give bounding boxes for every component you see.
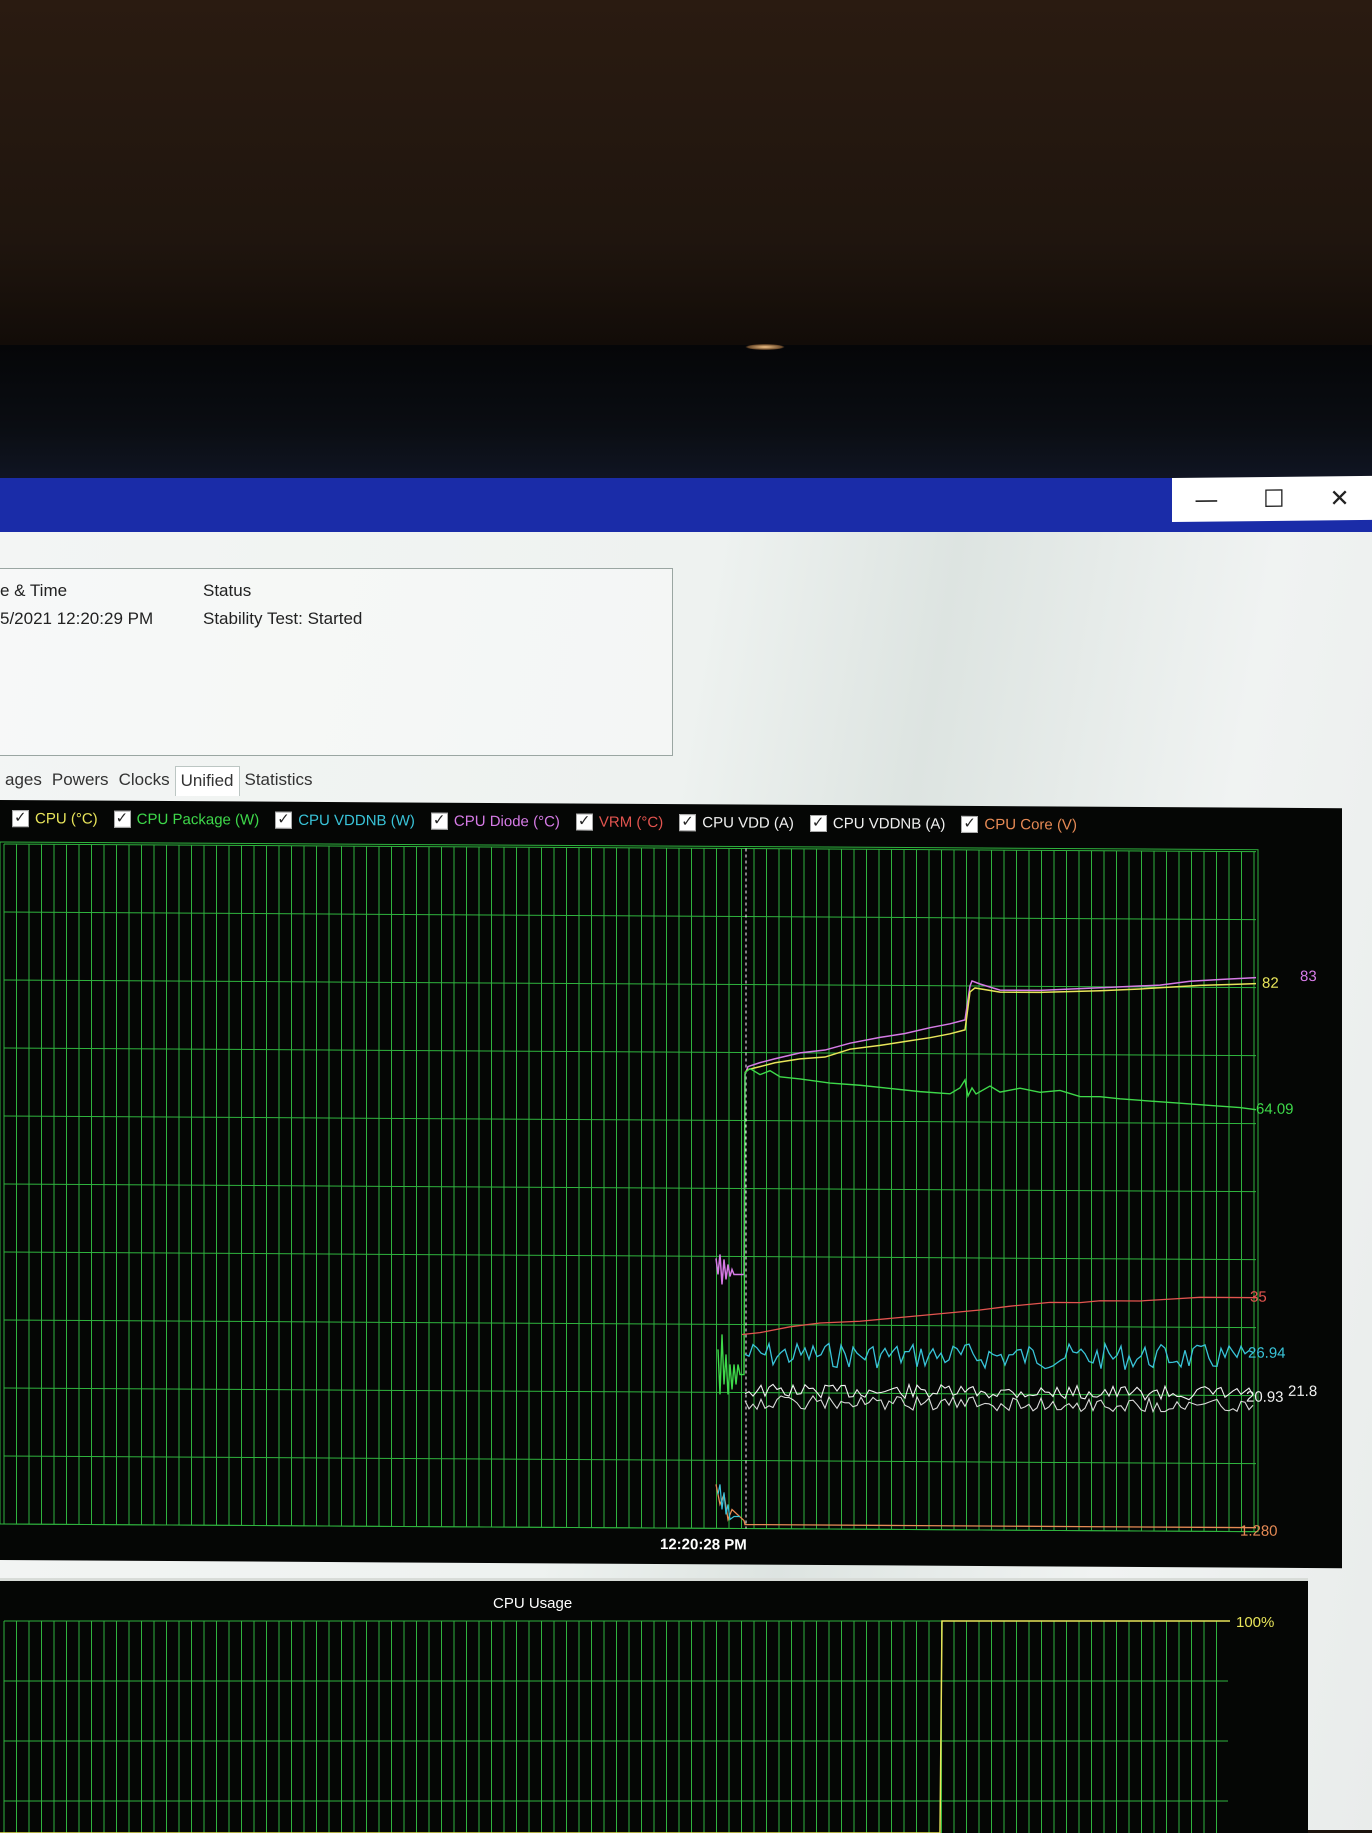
value-label-vrm: 35 [1250, 1289, 1267, 1306]
log-row-status: Stability Test: Started [203, 609, 363, 628]
tab-powers[interactable]: Powers [47, 766, 114, 796]
usage-max-label: 100% [1236, 1614, 1274, 1631]
value-label-cpu-vddnb-a: 21.8 [1288, 1383, 1317, 1400]
close-button[interactable]: ✕ [1329, 484, 1349, 512]
graph-grid [3, 843, 1256, 1533]
series-cpu-diode [715, 976, 1257, 1285]
usage-grid [3, 1620, 1228, 1833]
value-label-cpu-vddnb-w: 26.94 [1248, 1345, 1286, 1362]
graph-time-label: 12:20:28 PM [660, 1536, 747, 1554]
cpu-usage-graph: CPU Usage 100% [0, 1595, 1274, 1833]
monitor-led [745, 344, 785, 350]
tab-strip: ages Powers Clocks Unified Statistics [0, 766, 318, 796]
series-cpu-core-v [715, 1484, 1256, 1529]
value-label-cpu-core-v: 1.280 [1240, 1523, 1278, 1540]
tab-clocks[interactable]: Clocks [114, 766, 175, 796]
cpu-usage-panel: CPU Usage 100% [0, 1578, 1308, 1833]
value-label-cpu-vdd-a: 20.93 [1246, 1389, 1284, 1406]
value-label-cpu-diode: 83 [1300, 968, 1317, 985]
value-label-cpu-package: 64.09 [1256, 1101, 1294, 1118]
series-cpu-vdd-a [744, 1382, 1254, 1401]
minimize-button[interactable]: — [1194, 486, 1218, 514]
series-cpu-vddnb-w [744, 1341, 1254, 1370]
value-label-cpu-temp: 82 [1262, 975, 1279, 992]
status-log: e & Time Status 5/2021 12:20:29 PM Stabi… [0, 568, 673, 756]
window-titlebar [0, 478, 1372, 534]
usage-title: CPU Usage [493, 1595, 572, 1612]
tab-voltages[interactable]: ages [0, 766, 47, 796]
monitor-bezel [0, 345, 1372, 480]
window-controls: — ☐ ✕ [1172, 475, 1372, 522]
tab-unified[interactable]: Unified [174, 766, 240, 796]
log-date-header[interactable]: e & Time [0, 581, 67, 601]
unified-graph-panel: CPU (°C) CPU Package (W) CPU VDDNB (W) C… [0, 800, 1342, 1569]
maximize-button[interactable]: ☐ [1263, 485, 1285, 513]
log-row-date: 5/2021 12:20:29 PM [0, 609, 154, 628]
tab-statistics[interactable]: Statistics [240, 766, 318, 796]
background-room [0, 0, 1372, 345]
log-status-header[interactable]: Status [203, 581, 251, 601]
unified-graph: 82 83 64.09 35 26.94 20.93 21.8 1.280 12… [0, 841, 1317, 1554]
